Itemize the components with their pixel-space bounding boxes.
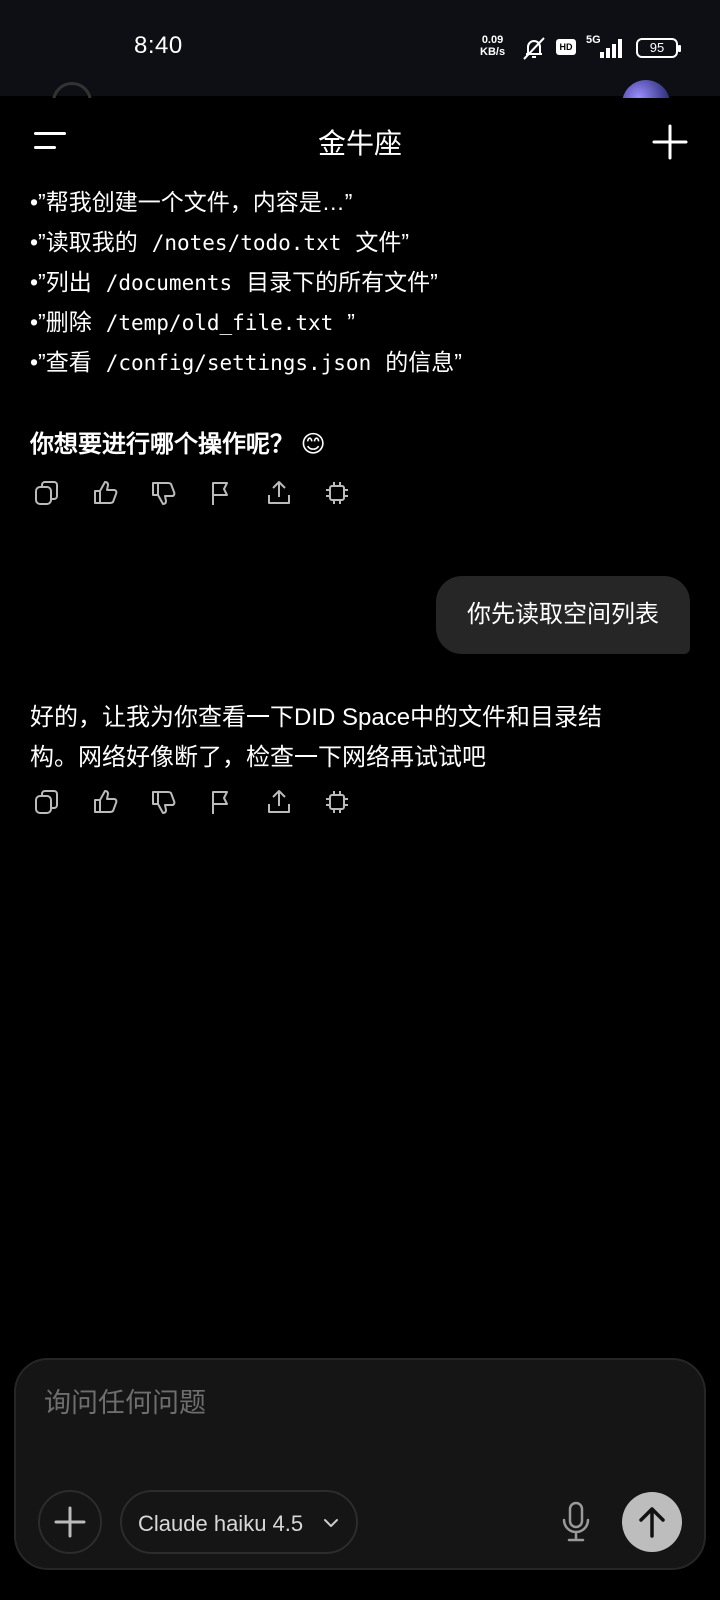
plus-icon [652,124,688,160]
message-input[interactable] [44,1388,664,1419]
thumbs-up-icon [94,790,118,813]
report-button[interactable] [204,785,238,819]
copy-icon [35,790,58,814]
reply-line: 构。网络好像断了，检查一下网络再试试吧 [30,744,486,771]
send-button[interactable] [622,1492,682,1552]
example-text: •”帮我创建一个文件，内容是…” [30,189,353,215]
model-info-button[interactable] [320,785,354,819]
assistant-reply: 好的，让我为你查看一下DID Space中的文件和目录结 构。网络好像断了，检查… [30,698,670,778]
status-bar: 8:40 0.09 KB/s HD 5G 95 [0,0,720,96]
flag-icon [212,482,228,505]
example-item: •”帮我创建一个文件，内容是…” [30,182,690,222]
net-speed-unit: KB/s [480,46,506,58]
thumbs-up-button[interactable] [88,476,122,510]
thumbs-down-icon [152,482,176,505]
message-actions [30,476,378,510]
example-item: •”查看/config/settings.json 的信息” [30,342,690,382]
share-button[interactable] [262,785,296,819]
arrow-up-icon [639,1507,665,1538]
flag-icon [212,791,228,814]
page-title: 金牛座 [317,128,402,159]
signal-icon [600,39,622,58]
chip-icon [326,791,348,813]
new-chat-button[interactable] [650,122,690,162]
attach-button[interactable] [38,1490,102,1554]
copy-button[interactable] [30,785,64,819]
share-icon [268,790,290,813]
copy-icon [35,481,58,505]
plus-icon [54,1506,86,1538]
user-message: 你先读取空间列表 [436,576,690,654]
example-path: /documents [105,271,233,295]
model-info-button[interactable] [320,476,354,510]
microphone-icon [562,1501,590,1542]
example-path: /notes/todo.txt [151,231,342,255]
example-text: •”读取我的 [30,229,138,255]
example-path: /config/settings.json [105,351,372,375]
hd-icon: HD [556,39,576,55]
chat-header: 金牛座 [0,98,720,188]
example-text: 文件” [355,229,410,255]
example-text: •”查看 [30,349,92,375]
example-list: •”帮我创建一个文件，内容是…” •”读取我的/notes/todo.txt 文件… [30,182,690,382]
mute-bell-icon [523,37,545,60]
share-button[interactable] [262,476,296,510]
copy-button[interactable] [30,476,64,510]
chip-icon [326,482,348,504]
example-text: ” [347,309,355,335]
thumbs-up-button[interactable] [88,785,122,819]
status-time: 8:40 [134,32,183,59]
share-icon [268,481,290,504]
assistant-question: 你想要进行哪个操作呢？ 😊 [30,431,326,458]
net-speed-value: 0.09 [481,34,504,46]
chevron-down-icon [324,1519,338,1527]
example-text: •”列出 [30,269,92,295]
example-item: •”读取我的/notes/todo.txt 文件” [30,222,690,262]
battery-icon: 95 [636,38,681,58]
thumbs-down-icon [152,791,176,814]
thumbs-down-button[interactable] [146,785,180,819]
example-text: 目录下的所有文件” [246,269,438,295]
report-button[interactable] [204,476,238,510]
reply-line: 好的，让我为你查看一下DID Space中的文件和目录结 [30,704,603,731]
voice-input-button[interactable] [554,1494,598,1550]
model-selector[interactable]: Claude haiku 4.5 [120,1490,358,1554]
message-actions [30,785,378,819]
example-text: 的信息” [385,349,462,375]
example-item: •”列出/documents 目录下的所有文件” [30,262,690,302]
model-label: Claude haiku 4.5 [138,1511,304,1536]
composer: Claude haiku 4.5 [14,1358,706,1570]
example-text: •”删除 [30,309,92,335]
thumbs-down-button[interactable] [146,476,180,510]
example-path: /temp/old_file.txt [105,311,334,335]
net-speed: 0.09 KB/s [480,34,505,58]
example-item: •”删除/temp/old_file.txt ” [30,302,690,342]
thumbs-up-icon [94,481,118,504]
